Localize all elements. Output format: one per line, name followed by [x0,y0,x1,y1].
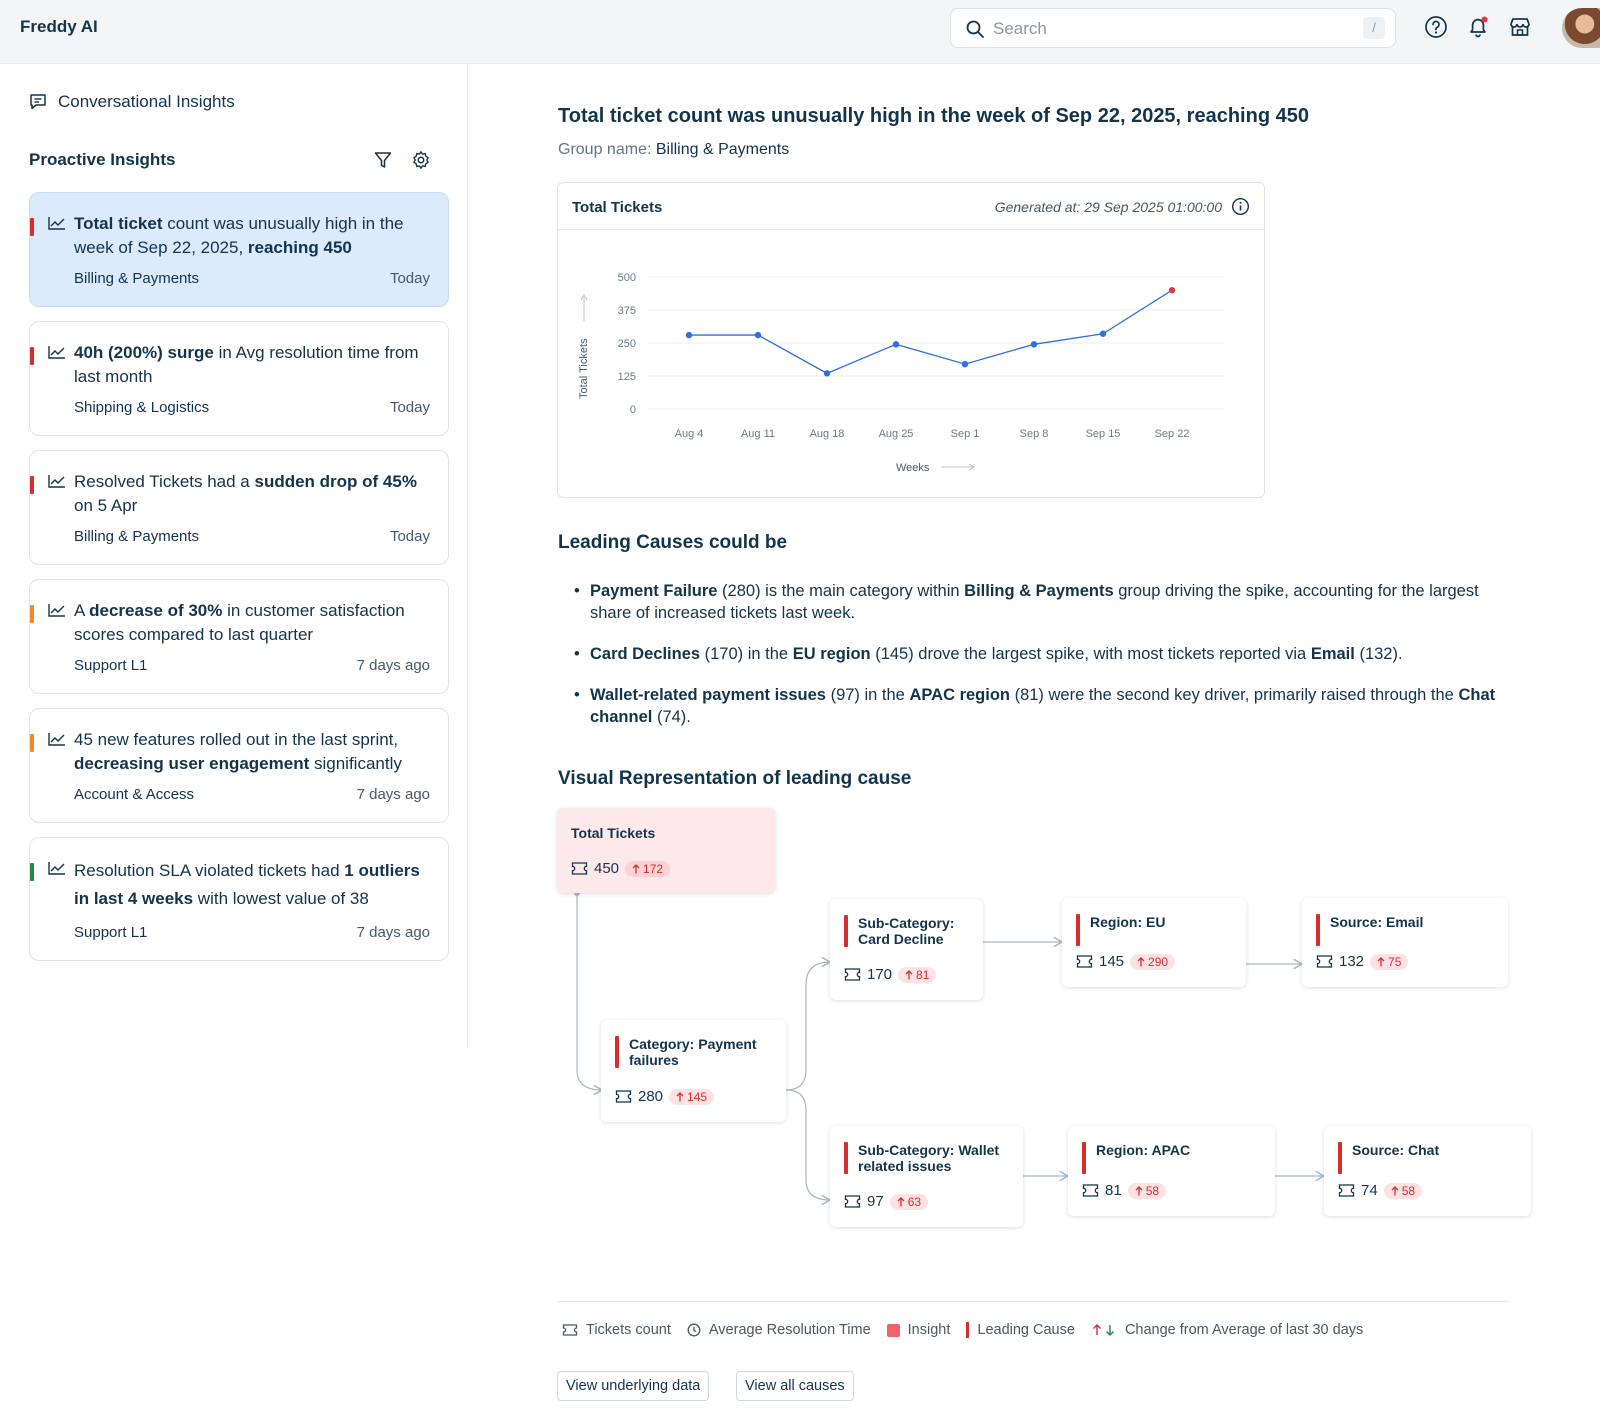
ticket-count: 170 [867,966,893,983]
change-value: 145 [687,1089,708,1104]
legend-divider [558,1301,1508,1302]
flow-node-category[interactable]: Category: Payment failures 280 145 [601,1020,786,1122]
ticket-icon [844,968,861,981]
legend-leading-label: Leading Cause [977,1322,1075,1338]
arrow-up-icon [1135,1185,1143,1195]
leading-cause-bar [1082,1142,1086,1174]
leading-cause-bar [1316,914,1320,946]
ticket-count: 145 [1099,953,1125,970]
ticket-icon [571,862,588,875]
flow-node-title: Region: EU [1090,914,1166,930]
ticket-count: 74 [1361,1182,1378,1199]
flow-node-stats: 81 58 [1082,1182,1167,1199]
legend: Tickets count Average Resolution Time In… [562,1322,1379,1338]
legend-insight: Insight [886,1322,951,1338]
leading-cause-swatch [966,1322,970,1338]
arrow-up-icon [905,969,913,979]
ticket-count: 97 [867,1193,884,1210]
arrow-up-icon [1391,1185,1399,1195]
change-badge: 81 [898,966,937,983]
flow-node-region1[interactable]: Region: EU 145 290 [1062,898,1246,987]
flow-node-stats: 170 81 [844,966,937,983]
legend-leading: Leading Cause [966,1322,1075,1338]
flow-node-title: Source: Chat [1352,1142,1440,1158]
change-badge: 63 [889,1193,929,1210]
change-value: 290 [1148,954,1169,969]
leading-cause-bar [844,1142,848,1174]
arrow-up-icon [1137,956,1145,966]
arrow-up-icon [676,1091,684,1101]
legend-resolution: Average Resolution Time [687,1322,871,1338]
flow-node-title: Region: APAC [1096,1142,1191,1158]
arrow-up-icon [632,863,640,873]
flow-node-sub2[interactable]: Sub-Category: Wallet related issues 97 63 [830,1126,1023,1227]
flow-node-sub1[interactable]: Sub-Category: Card Decline 170 81 [830,899,983,1000]
ticket-icon [1338,1184,1355,1197]
up-down-arrows-icon [1092,1324,1114,1336]
ticket-icon [844,1195,861,1208]
change-value: 75 [1388,954,1402,969]
legend-resolution-label: Average Resolution Time [708,1322,871,1338]
change-badge: 172 [625,860,671,877]
flow-node-stats: 97 63 [844,1193,929,1210]
change-badge: 58 [1383,1182,1423,1199]
flow-node-title: Total Tickets [571,825,656,841]
change-badge: 145 [669,1088,715,1105]
ticket-icon [615,1090,632,1103]
ticket-count: 132 [1339,953,1365,970]
flow-node-title: Category: Payment failures [629,1036,757,1068]
view-all-causes-button[interactable]: View all causes [736,1371,854,1401]
change-badge: 290 [1130,953,1176,970]
flow-node-stats: 132 75 [1316,953,1409,970]
leading-cause-bar [1076,914,1080,946]
legend-insight-label: Insight [907,1322,951,1338]
leading-cause-bar [615,1036,619,1068]
legend-change: Change from Average of last 30 days [1091,1322,1363,1338]
change-value: 172 [643,861,664,876]
ticket-icon [1316,955,1333,968]
flow-node-title: Sub-Category: Card Decline [858,915,955,947]
flow-node-stats: 280 145 [615,1088,715,1105]
change-value: 81 [916,967,930,982]
change-badge: 75 [1370,953,1409,970]
arrow-up-icon [1377,956,1385,966]
leading-cause-bar [1338,1142,1342,1174]
flow-node-region2[interactable]: Region: APAC 81 58 [1068,1126,1275,1216]
ticket-count: 280 [638,1088,664,1105]
legend-tickets-label: Tickets count [586,1322,671,1338]
view-underlying-data-button[interactable]: View underlying data [557,1371,710,1401]
ticket-count: 450 [594,860,620,877]
flow-node-insight[interactable]: Total Tickets 450 172 [557,808,775,893]
arrow-up-icon [897,1196,905,1206]
change-value: 58 [1401,1183,1416,1198]
ticket-icon [1082,1184,1099,1197]
flow-node-stats: 74 58 [1338,1182,1423,1199]
leading-cause-bar [844,915,848,947]
flow-node-source1[interactable]: Source: Email 132 75 [1302,898,1508,987]
flow-node-title: Sub-Category: Wallet related issues [858,1142,1000,1174]
ticket-count: 81 [1105,1182,1122,1199]
flow-node-stats: 450 172 [571,860,671,877]
change-value: 58 [1145,1183,1160,1198]
ticket-icon [1076,955,1093,968]
change-badge: 58 [1127,1182,1167,1199]
flow-node-stats: 145 290 [1076,953,1176,970]
insight-swatch [886,1323,900,1337]
flow-node-source2[interactable]: Source: Chat 74 58 [1324,1126,1531,1216]
legend-tickets: Tickets count [562,1322,671,1338]
flow-node-title: Source: Email [1330,914,1424,930]
change-value: 63 [907,1194,922,1209]
ticket-icon [562,1324,578,1336]
legend-change-label: Change from Average of last 30 days [1124,1322,1364,1338]
clock-icon [687,1323,701,1337]
